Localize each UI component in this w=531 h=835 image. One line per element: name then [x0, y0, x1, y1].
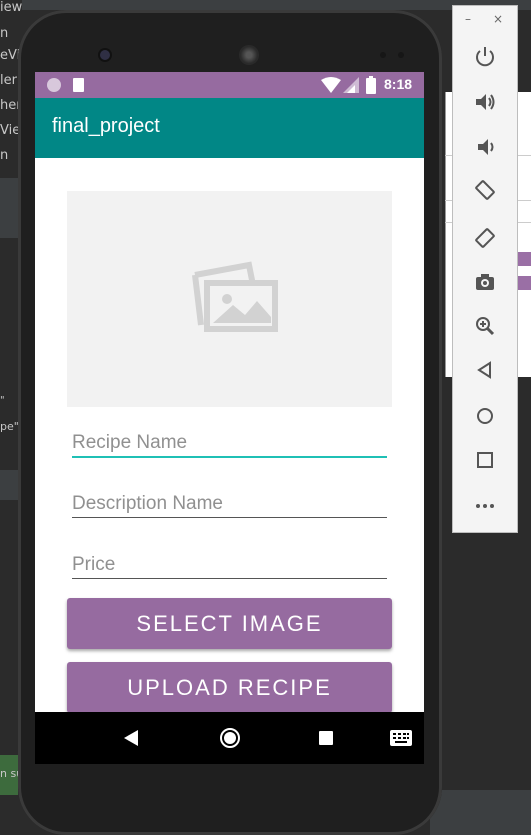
rotate-right-icon — [475, 228, 495, 248]
app-bar: final_project — [35, 98, 424, 158]
app-title: final_project — [52, 115, 160, 137]
price-input[interactable] — [72, 554, 387, 578]
ide-text-fragment: n — [0, 26, 9, 41]
price-underline — [72, 578, 387, 579]
price-field — [72, 554, 387, 579]
volume-up-button[interactable] — [471, 88, 499, 116]
volume-up-icon — [476, 94, 495, 110]
minimize-button[interactable]: – — [465, 12, 471, 26]
overview-button[interactable] — [471, 446, 499, 474]
rotate-left-button[interactable] — [471, 176, 499, 204]
volume-down-button[interactable] — [471, 133, 499, 161]
recipe-image-preview[interactable] — [67, 191, 392, 407]
overview-square-icon — [477, 452, 493, 468]
recipe-name-input[interactable] — [72, 432, 387, 456]
front-camera — [100, 50, 110, 60]
sd-card-icon — [73, 78, 84, 92]
notification-dot-icon — [47, 78, 61, 92]
image-placeholder-icon — [192, 261, 278, 332]
close-button[interactable]: × — [493, 12, 503, 26]
description-field — [72, 493, 387, 518]
battery-icon — [366, 76, 376, 94]
description-input[interactable] — [72, 493, 387, 517]
light-sensor — [398, 52, 404, 58]
rotate-right-button[interactable] — [471, 224, 499, 252]
more-options-button[interactable] — [471, 492, 499, 520]
power-button[interactable] — [471, 42, 499, 70]
camera-icon — [476, 274, 494, 290]
ide-text-fragment: iew — [0, 0, 23, 15]
status-bar: 8:18 — [35, 72, 424, 98]
ide-text-fragment: " — [0, 395, 5, 406]
recipe-name-underline — [72, 456, 387, 458]
status-time: 8:18 — [384, 76, 413, 92]
home-button[interactable] — [471, 402, 499, 430]
zoom-icon — [476, 317, 495, 336]
recents-icon[interactable] — [319, 731, 333, 745]
screenshot-button[interactable] — [471, 268, 499, 296]
keyboard-icon[interactable] — [390, 730, 412, 746]
earpiece-speaker — [239, 45, 259, 65]
ide-bottom-right-panel — [430, 790, 531, 835]
description-underline — [72, 517, 387, 518]
back-icon[interactable] — [124, 730, 138, 746]
recipe-name-field — [72, 432, 387, 458]
device-screen: 8:18 final_project SELECT IMAGE UPLOAD R… — [35, 72, 424, 764]
home-icon[interactable] — [219, 727, 241, 749]
wifi-icon — [321, 77, 341, 93]
emulator-toolbar: – × — [452, 5, 518, 533]
ide-text-fragment: pe" — [0, 420, 19, 433]
navigation-bar — [35, 712, 424, 764]
signal-icon — [343, 77, 359, 93]
upload-recipe-button[interactable]: UPLOAD RECIPE — [67, 662, 392, 713]
zoom-button[interactable] — [471, 312, 499, 340]
rotate-left-icon — [475, 180, 495, 200]
back-button[interactable] — [471, 356, 499, 384]
power-icon — [476, 47, 494, 67]
ide-text-fragment: ler — [0, 73, 17, 88]
proximity-sensor — [380, 52, 386, 58]
back-triangle-icon — [477, 361, 491, 379]
volume-down-icon — [478, 139, 494, 155]
more-dots-icon — [476, 504, 494, 508]
home-circle-icon — [477, 408, 493, 424]
select-image-button[interactable]: SELECT IMAGE — [67, 598, 392, 649]
ide-text-fragment: n — [0, 148, 9, 163]
